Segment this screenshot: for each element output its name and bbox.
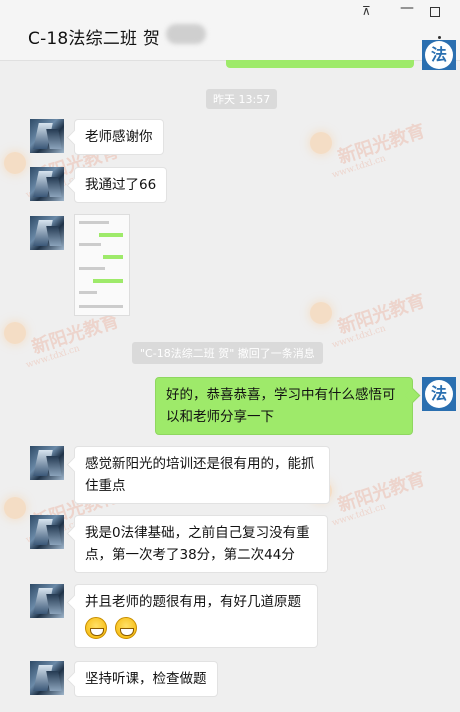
self-avatar-glyph: 法 <box>425 41 453 69</box>
self-avatar[interactable]: 法 <box>422 40 456 70</box>
contact-avatar[interactable] <box>30 584 64 618</box>
watermark: 新阳光教育 www.tdxl.cn <box>4 311 122 371</box>
pin-icon[interactable]: ⊼ <box>362 4 371 18</box>
image-message-thumbnail[interactable] <box>74 214 130 316</box>
watermark-sun-icon <box>310 132 332 154</box>
message-bubble[interactable]: 我通过了66 <box>74 167 168 203</box>
message-bubble[interactable]: 并且老师的题很有用，有好几道原题 <box>74 584 318 648</box>
message-timestamp: 昨天 13:57 <box>206 89 278 109</box>
watermark-sun-icon <box>310 302 332 324</box>
watermark: 新阳光教育 www.tdxl.cn <box>310 291 428 351</box>
message-bubble[interactable]: 感觉新阳光的培训还是很有用的，能抓住重点 <box>74 446 330 504</box>
chat-title: C-18法综二班 贺 <box>28 29 161 49</box>
minimize-icon[interactable]: — <box>400 0 414 16</box>
grin-emoji-icon <box>115 617 137 639</box>
message-bubble[interactable]: 坚持听课，检查做题 <box>74 661 218 697</box>
grin-emoji-icon <box>85 617 107 639</box>
contact-avatar[interactable] <box>30 167 64 201</box>
message-text: 并且老师的题很有用，有好几道原题 <box>85 594 301 610</box>
title-bar: C-18法综二班 贺 ⊼ — <box>0 0 460 61</box>
watermark: 新阳光教育 www.tdxl.cn <box>310 121 428 181</box>
watermark-sun-icon <box>4 497 26 519</box>
contact-avatar[interactable] <box>30 216 64 250</box>
more-icon[interactable] <box>438 36 441 39</box>
previous-message-bubble <box>226 60 414 68</box>
maximize-icon[interactable] <box>430 7 440 17</box>
emoji-row <box>85 617 307 639</box>
redacted-name <box>166 24 206 44</box>
self-avatar[interactable]: 法 <box>422 377 456 411</box>
message-bubble[interactable]: 我是0法律基础，之前自己复习没有重点，第一次考了38分，第二次44分 <box>74 515 328 573</box>
contact-avatar[interactable] <box>30 446 64 480</box>
system-recall-notice: "C-18法综二班 贺" 撤回了一条消息 <box>132 342 323 364</box>
contact-avatar[interactable] <box>30 661 64 695</box>
contact-avatar[interactable] <box>30 119 64 153</box>
self-avatar-glyph: 法 <box>425 380 453 408</box>
contact-avatar[interactable] <box>30 515 64 549</box>
watermark-sun-icon <box>4 322 26 344</box>
message-bubble-self[interactable]: 好的，恭喜恭喜，学习中有什么感悟可以和老师分享一下 <box>155 377 413 435</box>
watermark-sun-icon <box>4 152 26 174</box>
message-bubble[interactable]: 老师感谢你 <box>74 119 164 155</box>
